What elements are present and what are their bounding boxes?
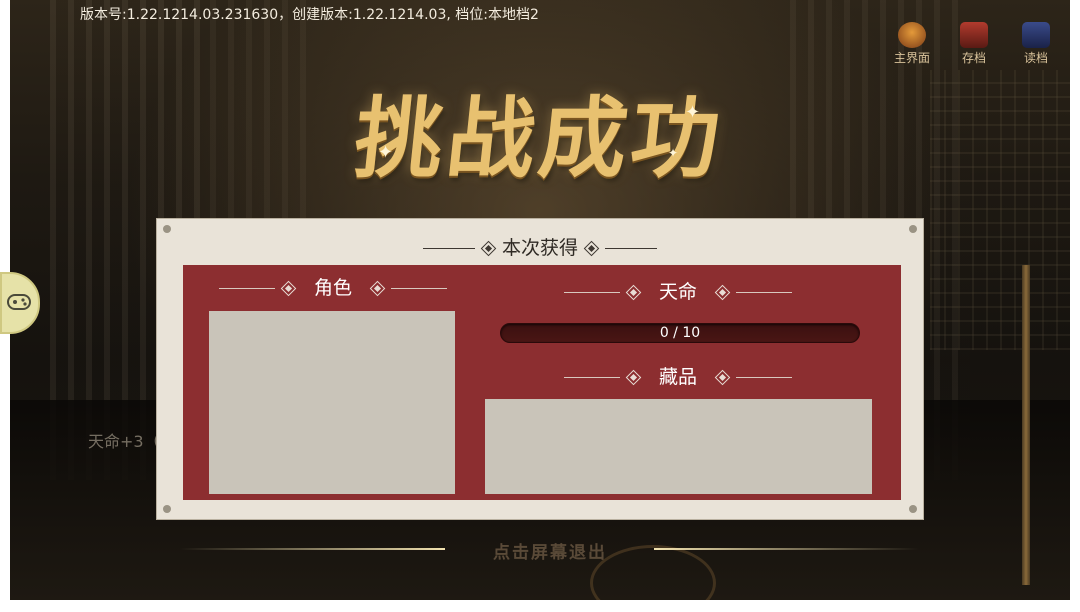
treasure-title-text: 藏品: [658, 366, 697, 388]
panel-title: 本次获得: [157, 233, 923, 260]
panel-corner-rivet: [909, 225, 917, 233]
home-button-label: 主界面: [893, 51, 930, 65]
victory-banner: 挑战成功 ✦ ✦ ✦: [350, 50, 730, 200]
exit-line-left: [180, 548, 445, 550]
load-button[interactable]: 读档: [1012, 22, 1060, 66]
save-button[interactable]: 存档: [950, 22, 998, 66]
diamond-icon: [714, 369, 731, 386]
divider-line: [422, 248, 475, 249]
sparkle-icon: ✦: [685, 102, 701, 123]
divider-line: [563, 377, 620, 378]
save-icon: [960, 22, 988, 48]
top-button-bar: 主界面 存档 读档: [888, 22, 1060, 66]
load-icon: [1022, 22, 1050, 48]
divider-line: [391, 288, 447, 289]
lattice-window: [930, 70, 1070, 350]
treasure-section-title: 藏品: [533, 362, 823, 389]
victory-title: 挑战成功: [349, 86, 729, 190]
panel-corner-rivet: [909, 505, 917, 513]
diamond-icon: [369, 280, 386, 297]
save-button-label: 存档: [961, 51, 986, 65]
home-icon: [898, 22, 926, 48]
diamond-icon: [583, 240, 600, 257]
sparkle-icon: ✦: [668, 146, 679, 160]
treasure-reward-slot[interactable]: [485, 399, 872, 494]
sparkle-icon: ✦: [378, 142, 394, 163]
load-button-label: 读档: [1023, 51, 1048, 65]
panel-corner-rivet: [163, 225, 171, 233]
home-button[interactable]: 主界面: [888, 22, 936, 66]
reward-content: 角色 天命 0 / 10 藏品: [183, 265, 901, 500]
tap-to-exit-hint[interactable]: 点击屏幕退出: [450, 538, 650, 563]
version-info: 版本号:1.22.1214.03.231630，创建版本:1.22.1214.0…: [80, 7, 539, 23]
divider-line: [605, 248, 657, 249]
diamond-icon: [280, 280, 297, 297]
gamepad-icon: [7, 294, 31, 310]
divider-line: [736, 292, 792, 293]
divider-line: [218, 288, 275, 289]
diamond-icon: [714, 284, 731, 301]
diamond-icon: [625, 369, 642, 386]
diamond-icon: [625, 284, 642, 301]
background-fate-text: 天命+3（: [88, 432, 160, 451]
divider-line: [736, 377, 792, 378]
role-section-title: 角色: [193, 273, 473, 300]
exit-line-right: [654, 548, 919, 550]
panel-corner-rivet: [163, 505, 171, 513]
fate-section-title: 天命: [533, 277, 823, 304]
fate-title-text: 天命: [658, 281, 697, 303]
divider-line: [563, 292, 620, 293]
role-title-text: 角色: [313, 277, 352, 299]
reward-panel: 本次获得 角色 天命 0 / 10 藏品: [156, 218, 924, 520]
panel-title-text: 本次获得: [501, 237, 578, 259]
lamp-pole: [1022, 265, 1030, 585]
fate-progress-text: 0 / 10: [659, 325, 701, 341]
fate-progress-bar: 0 / 10: [500, 323, 860, 343]
diamond-icon: [480, 240, 497, 257]
role-reward-slot[interactable]: [209, 311, 455, 494]
